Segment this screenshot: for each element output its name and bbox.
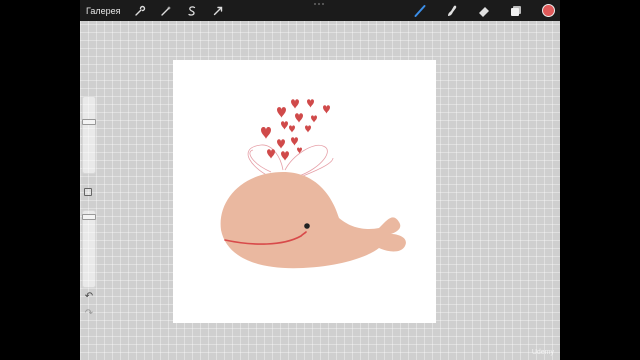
heart <box>267 149 275 159</box>
opacity-handle[interactable] <box>82 213 96 220</box>
heart <box>323 105 330 114</box>
whale-artwork <box>220 99 406 269</box>
drag-handle-dots <box>314 3 326 6</box>
heart <box>311 115 317 123</box>
gallery-button[interactable]: Галерея <box>86 6 121 16</box>
heart <box>305 125 311 133</box>
opacity-slider[interactable] <box>82 210 96 288</box>
undo-icon[interactable]: ↶ <box>83 292 95 302</box>
heart <box>295 113 303 123</box>
whale-eye <box>304 223 310 229</box>
spout-right-wing-inner <box>297 157 334 179</box>
wrench-icon[interactable] <box>133 4 147 18</box>
modify-button[interactable] <box>84 188 92 196</box>
smudge-icon[interactable] <box>444 3 460 19</box>
heart <box>289 125 295 133</box>
heart <box>291 99 299 109</box>
udemy-watermark: Udemy <box>531 349 554 356</box>
top-toolbar: Галерея <box>80 0 560 21</box>
top-left-tools: Галерея <box>86 0 237 21</box>
transform-arrow-icon[interactable] <box>211 4 225 18</box>
heart <box>277 107 286 118</box>
heart <box>277 139 285 149</box>
heart <box>307 99 314 108</box>
color-picker-button[interactable] <box>540 3 556 19</box>
brush-icon[interactable] <box>412 3 428 19</box>
brush-size-slider[interactable] <box>82 96 96 174</box>
layers-icon[interactable] <box>508 3 524 19</box>
heart <box>281 121 288 130</box>
spout-right-wing <box>284 144 328 177</box>
heart <box>281 151 289 161</box>
hearts-group <box>261 99 330 161</box>
selection-icon[interactable] <box>185 4 199 18</box>
magic-wand-icon[interactable] <box>159 4 173 18</box>
top-right-tools <box>396 0 556 21</box>
whale-body <box>220 172 406 269</box>
left-sidebar: ↶ ↷ <box>82 96 98 322</box>
redo-icon[interactable]: ↷ <box>83 309 95 319</box>
heart <box>261 127 271 139</box>
procreate-app: Галерея ↶ ↷ Udemy <box>80 0 560 360</box>
current-color-swatch <box>541 4 555 17</box>
brush-size-handle[interactable] <box>82 118 96 125</box>
eraser-icon[interactable] <box>476 3 492 19</box>
drawing-canvas[interactable] <box>173 60 436 323</box>
heart <box>291 137 298 146</box>
